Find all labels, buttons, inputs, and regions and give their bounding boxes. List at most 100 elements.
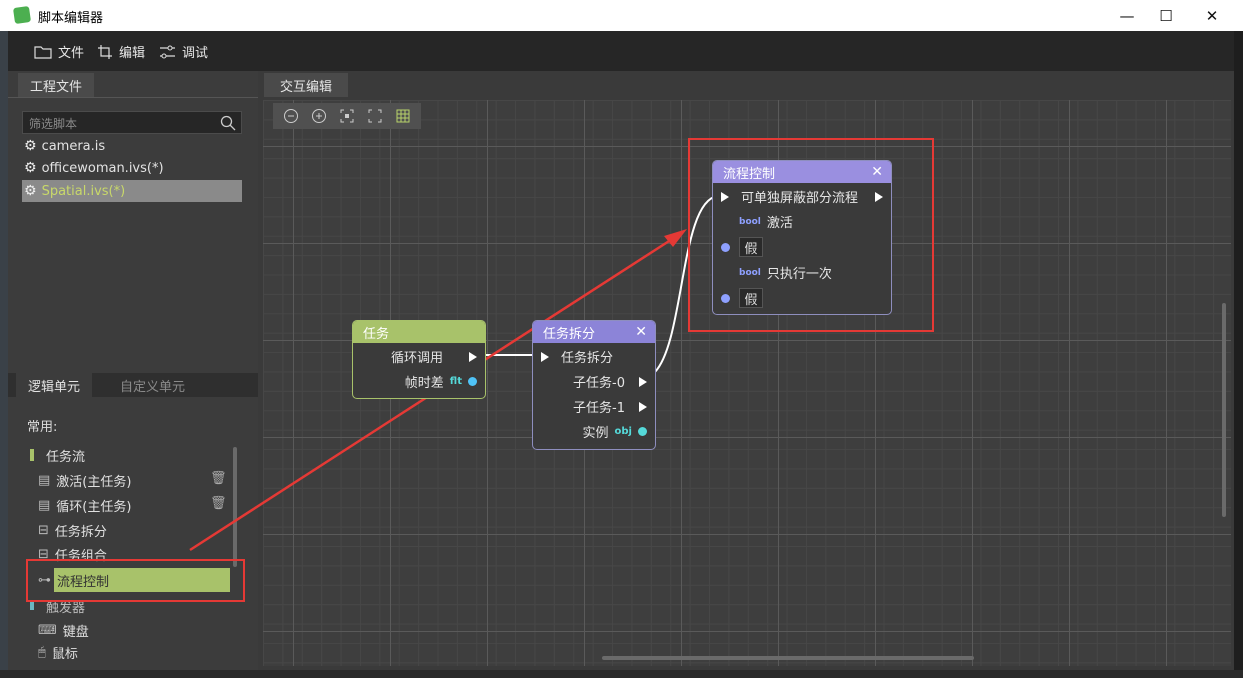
port-loop-call[interactable]: 循环调用 bbox=[353, 344, 485, 369]
port-label: 帧时差 bbox=[404, 376, 444, 391]
type-badge: obj bbox=[614, 426, 632, 437]
maximize-button[interactable]: ☐ bbox=[1143, 0, 1189, 31]
node-split-title: 任务拆分 bbox=[543, 326, 596, 342]
port-frame-delta[interactable]: 帧时差 flt bbox=[353, 369, 485, 394]
file-item-spatial[interactable]: ⚙ Spatial.ivs(*) bbox=[22, 180, 242, 202]
node-task-header[interactable]: 任务 bbox=[353, 321, 485, 343]
tab-custom-units-label: 自定义单元 bbox=[120, 379, 186, 395]
menu-edit[interactable]: 编辑 bbox=[97, 42, 145, 61]
app-icon bbox=[12, 5, 32, 25]
group-taskflow[interactable]: 任务流 bbox=[30, 443, 85, 467]
menu-debug[interactable]: 调试 bbox=[159, 42, 208, 61]
file-name: officewoman.ivs(*) bbox=[41, 160, 164, 176]
type-badge: flt bbox=[449, 376, 462, 387]
file-item-camera[interactable]: ⚙ camera.is bbox=[22, 135, 242, 157]
port-label: 实例 bbox=[582, 426, 609, 441]
lib-item-loop[interactable]: ▤ 循环(主任务) bbox=[38, 493, 131, 517]
background-strip-left bbox=[0, 31, 8, 678]
port-label: 任务拆分 bbox=[561, 351, 614, 366]
tab-custom-units[interactable]: 自定义单元 bbox=[108, 373, 198, 397]
tab-logic-units-label: 逻辑单元 bbox=[28, 379, 81, 395]
group-marker-icon bbox=[30, 602, 34, 610]
mouse-icon: 🖱 bbox=[38, 644, 46, 660]
lib-item-keyboard[interactable]: ⌨ 键盘 bbox=[38, 618, 89, 642]
trash-icon[interactable]: 🗑 bbox=[210, 496, 227, 511]
bottom-strip bbox=[0, 670, 1243, 678]
trash-icon[interactable]: 🗑 bbox=[210, 471, 227, 486]
lib-item-activate[interactable]: ▤ 激活(主任务) bbox=[38, 468, 131, 492]
sliders-icon bbox=[160, 45, 175, 58]
data-out-pin-icon[interactable] bbox=[638, 427, 647, 436]
fit-selection-icon[interactable] bbox=[337, 106, 357, 126]
close-icon: ✕ bbox=[1205, 6, 1219, 25]
close-button[interactable]: ✕ bbox=[1189, 0, 1235, 31]
port-sub-0[interactable]: 子任务-0 bbox=[533, 369, 655, 394]
tab-project-files-label: 工程文件 bbox=[30, 79, 83, 95]
search-placeholder: 筛选脚本 bbox=[29, 117, 78, 131]
tab-project-files[interactable]: 工程文件 bbox=[18, 73, 95, 97]
maximize-icon: ☐ bbox=[1159, 6, 1173, 25]
keyboard-icon: ⌨ bbox=[38, 622, 57, 638]
node-task[interactable]: 任务 循环调用 帧时差 flt bbox=[352, 320, 486, 399]
crop-icon bbox=[98, 44, 112, 59]
clipboard-icon: ▤ bbox=[38, 497, 51, 513]
node-split-header[interactable]: 任务拆分 ✕ bbox=[533, 321, 655, 343]
title-bar: 脚本编辑器 — ☐ ✕ bbox=[0, 0, 1243, 31]
data-out-pin-icon[interactable] bbox=[468, 377, 477, 386]
port-label: 循环调用 bbox=[390, 351, 443, 366]
tab-interactive-edit[interactable]: 交互编辑 bbox=[264, 73, 349, 97]
node-split[interactable]: 任务拆分 ✕ 任务拆分 子任务-0 子任务-1 实例 obj bbox=[532, 320, 656, 450]
folder-icon bbox=[34, 45, 52, 59]
tab-logic-units[interactable]: 逻辑单元 bbox=[16, 373, 93, 397]
menu-edit-label: 编辑 bbox=[119, 46, 146, 61]
highlight-box-library bbox=[26, 559, 245, 602]
fit-all-icon[interactable] bbox=[365, 106, 385, 126]
menu-bar: 文件 编辑 调试 bbox=[8, 31, 1234, 71]
zoom-in-icon[interactable] bbox=[309, 106, 329, 126]
background-strip-right bbox=[1234, 31, 1243, 678]
split-icon: ⊟ bbox=[38, 522, 49, 538]
divider bbox=[8, 97, 258, 98]
lib-item-mouse[interactable]: 🖱 鼠标 bbox=[38, 643, 78, 662]
canvas-toolbar bbox=[273, 103, 421, 129]
port-label: 子任务-1 bbox=[573, 401, 625, 416]
lib-item-label: 任务拆分 bbox=[54, 524, 107, 540]
close-icon[interactable]: ✕ bbox=[635, 324, 647, 340]
gear-icon: ⚙ bbox=[24, 138, 37, 154]
gear-icon: ⚙ bbox=[24, 160, 37, 176]
section-common: 常用: bbox=[27, 420, 58, 435]
port-sub-1[interactable]: 子任务-1 bbox=[533, 394, 655, 419]
lib-item-label: 激活(主任务) bbox=[56, 474, 132, 490]
menu-file[interactable]: 文件 bbox=[34, 42, 84, 61]
file-item-officewoman[interactable]: ⚙ officewoman.ivs(*) bbox=[22, 157, 242, 179]
exec-out-pin-icon[interactable] bbox=[639, 401, 647, 412]
tab-interactive-edit-label: 交互编辑 bbox=[280, 79, 333, 95]
window-title: 脚本编辑器 bbox=[38, 11, 104, 26]
port-label: 子任务-0 bbox=[573, 376, 625, 391]
exec-in-pin-icon[interactable] bbox=[541, 351, 549, 362]
file-name: camera.is bbox=[41, 138, 106, 154]
zoom-out-icon[interactable] bbox=[281, 106, 301, 126]
lib-item-label: 循环(主任务) bbox=[56, 499, 132, 515]
canvas-vertical-scrollbar[interactable] bbox=[1222, 303, 1226, 517]
library-scrollbar[interactable] bbox=[233, 447, 237, 567]
menu-debug-label: 调试 bbox=[182, 46, 209, 61]
exec-out-pin-icon[interactable] bbox=[639, 376, 647, 387]
script-filter-input[interactable]: 筛选脚本 bbox=[22, 111, 242, 134]
search-icon bbox=[220, 115, 236, 131]
exec-out-pin-icon[interactable] bbox=[469, 351, 477, 362]
group-marker-icon bbox=[30, 449, 34, 461]
port-split-in[interactable]: 任务拆分 bbox=[533, 344, 655, 369]
file-name: Spatial.ivs(*) bbox=[41, 183, 126, 199]
port-instance[interactable]: 实例 obj bbox=[533, 419, 655, 444]
lib-item-label: 鼠标 bbox=[51, 646, 78, 662]
lib-item-label: 键盘 bbox=[62, 624, 89, 640]
menu-file-label: 文件 bbox=[58, 46, 85, 61]
node-task-title: 任务 bbox=[363, 326, 390, 342]
highlight-box-node bbox=[688, 138, 934, 332]
canvas-horizontal-scrollbar[interactable] bbox=[602, 656, 974, 660]
clipboard-icon: ▤ bbox=[38, 472, 51, 488]
group-taskflow-label: 任务流 bbox=[46, 449, 86, 465]
grid-toggle-icon[interactable] bbox=[393, 106, 413, 126]
lib-item-split[interactable]: ⊟ 任务拆分 bbox=[38, 518, 107, 542]
